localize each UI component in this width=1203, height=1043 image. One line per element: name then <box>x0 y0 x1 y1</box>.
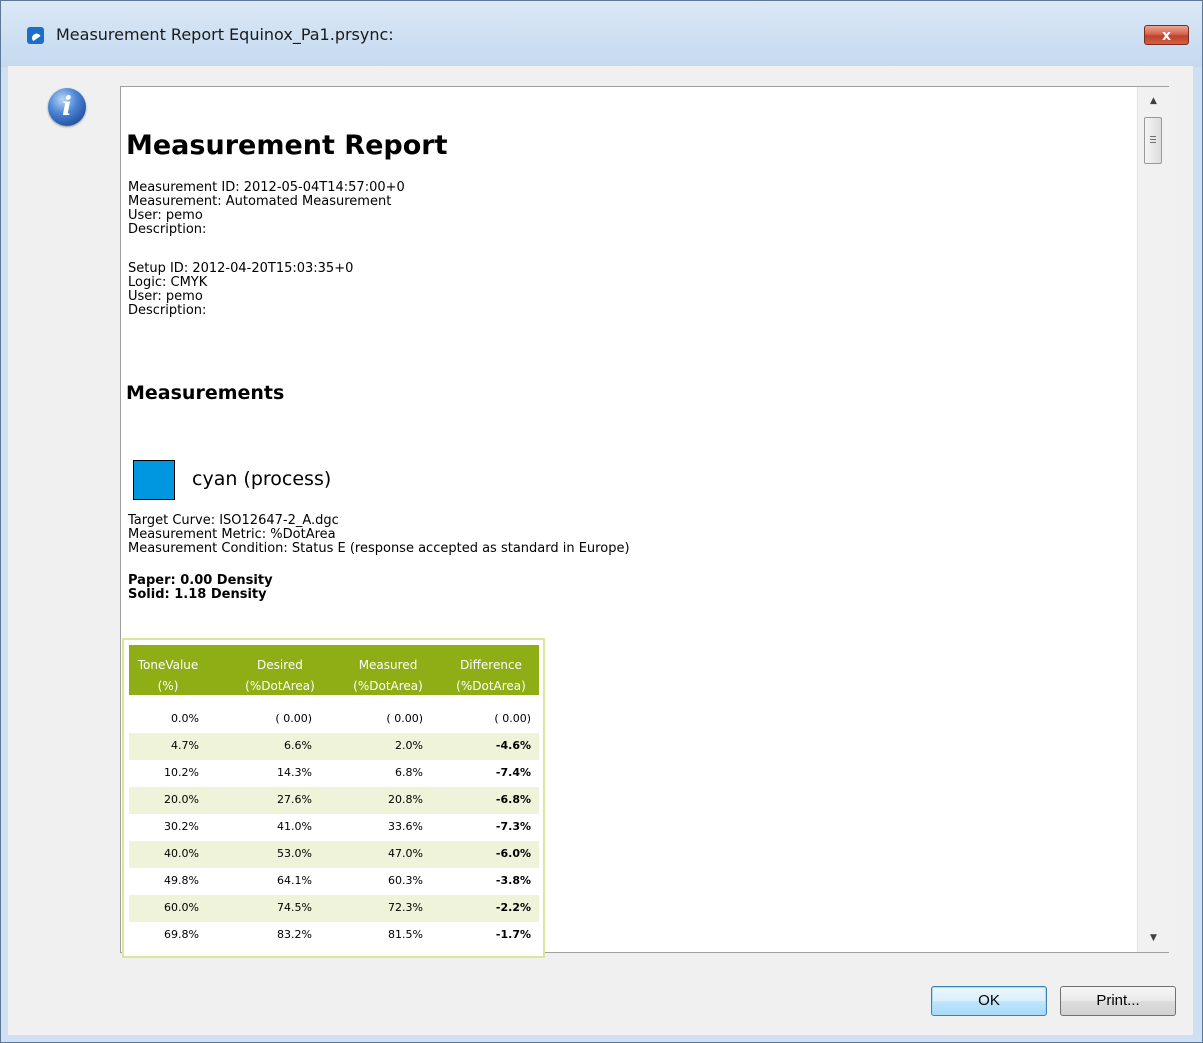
table-row: 49.8% 64.1% 60.3% -3.8% <box>129 868 539 895</box>
measurement-user: User: pemo <box>128 208 203 223</box>
table-row: 4.7% 6.6% 2.0% -4.6% <box>129 733 539 760</box>
paper-density: Paper: 0.00 Density <box>128 573 273 588</box>
table-row: 60.0% 74.5% 72.3% -2.2% <box>129 895 539 922</box>
measured-cell: 2.0% <box>395 739 423 752</box>
header-measured: Measured (%DotArea) <box>353 658 423 693</box>
tone-value-cell: 60.0% <box>164 901 199 914</box>
desired-cell: 64.1% <box>277 874 312 887</box>
measured-cell: 81.5% <box>388 928 423 941</box>
setup-description: Description: <box>128 303 207 318</box>
ok-button[interactable]: OK <box>931 986 1047 1016</box>
measurement-condition: Measurement Condition: Status E (respons… <box>128 541 630 556</box>
table-row: 30.2% 41.0% 33.6% -7.3% <box>129 814 539 841</box>
desired-cell: ( 0.00) <box>275 712 312 725</box>
info-icon: i <box>48 88 86 126</box>
difference-cell: -4.6% <box>495 739 531 752</box>
desired-cell: 27.6% <box>277 793 312 806</box>
title-bar: Measurement Report Equinox_Pa1.prsync: x <box>1 1 1202 67</box>
table-row: 20.0% 27.6% 20.8% -6.8% <box>129 787 539 814</box>
color-info: Target Curve: ISO12647-2_A.dgc Measureme… <box>128 514 630 556</box>
table-row: 69.8% 83.2% 81.5% -1.7% <box>129 922 539 949</box>
measured-cell: 60.3% <box>388 874 423 887</box>
table-header: ToneValue (%) Desired (%DotArea) Measure… <box>129 645 539 695</box>
setup-id: Setup ID: 2012-04-20T15:03:35+0 <box>128 261 354 276</box>
desired-cell: 53.0% <box>277 847 312 860</box>
measurement-metric: Measurement Metric: %DotArea <box>128 527 336 542</box>
measured-cell: 72.3% <box>388 901 423 914</box>
close-button[interactable]: x <box>1144 25 1189 45</box>
app-icon <box>27 27 44 44</box>
scroll-up-arrow-icon[interactable]: ▲ <box>1138 87 1169 115</box>
tone-value-cell: 4.7% <box>171 739 199 752</box>
tone-value-cell: 30.2% <box>164 820 199 833</box>
measurement-type: Measurement: Automated Measurement <box>128 194 392 209</box>
tone-value-cell: 49.8% <box>164 874 199 887</box>
difference-cell: -7.3% <box>495 820 531 833</box>
measurements-heading: Measurements <box>126 382 285 404</box>
desired-cell: 14.3% <box>277 766 312 779</box>
difference-cell: ( 0.00) <box>494 712 531 725</box>
report-title: Measurement Report <box>126 130 448 161</box>
measurement-table: ToneValue (%) Desired (%DotArea) Measure… <box>122 638 545 958</box>
header-desired: Desired (%DotArea) <box>245 658 315 693</box>
desired-cell: 74.5% <box>277 901 312 914</box>
measured-cell: 6.8% <box>395 766 423 779</box>
print-button[interactable]: Print... <box>1060 986 1176 1016</box>
difference-cell: -6.8% <box>495 793 531 806</box>
difference-cell: -6.0% <box>495 847 531 860</box>
table-row: 10.2% 14.3% 6.8% -7.4% <box>129 760 539 787</box>
header-tone-value: ToneValue (%) <box>137 658 199 693</box>
desired-cell: 83.2% <box>277 928 312 941</box>
difference-cell: -3.8% <box>495 874 531 887</box>
tone-value-cell: 0.0% <box>171 712 199 725</box>
window-title: Measurement Report Equinox_Pa1.prsync: <box>56 25 394 44</box>
difference-cell: -7.4% <box>495 766 531 779</box>
measured-cell: 20.8% <box>388 793 423 806</box>
density-info: Paper: 0.00 Density Solid: 1.18 Density <box>128 574 273 602</box>
table-row: 40.0% 53.0% 47.0% -6.0% <box>129 841 539 868</box>
setup-user: User: pemo <box>128 289 203 304</box>
setup-logic: Logic: CMYK <box>128 275 208 290</box>
setup-info: Setup ID: 2012-04-20T15:03:35+0 Logic: C… <box>128 262 353 318</box>
measurement-description: Description: <box>128 222 207 237</box>
difference-cell: -1.7% <box>495 928 531 941</box>
header-difference: Difference (%DotArea) <box>456 658 526 693</box>
desired-cell: 6.6% <box>284 739 312 752</box>
scroll-thumb[interactable] <box>1144 117 1162 164</box>
scroll-down-arrow-icon[interactable]: ▼ <box>1138 924 1169 952</box>
measured-cell: 33.6% <box>388 820 423 833</box>
tone-value-cell: 10.2% <box>164 766 199 779</box>
vertical-scrollbar[interactable]: ▲ ▼ <box>1137 87 1169 952</box>
tone-value-cell: 40.0% <box>164 847 199 860</box>
measurement-id: Measurement ID: 2012-05-04T14:57:00+0 <box>128 180 405 195</box>
solid-density: Solid: 1.18 Density <box>128 587 267 602</box>
tone-value-cell: 20.0% <box>164 793 199 806</box>
color-name: cyan (process) <box>192 468 332 490</box>
color-swatch <box>133 460 175 500</box>
tone-value-cell: 69.8% <box>164 928 199 941</box>
table-row: 0.0% ( 0.00) ( 0.00) ( 0.00) <box>129 706 539 733</box>
measured-cell: ( 0.00) <box>386 712 423 725</box>
target-curve: Target Curve: ISO12647-2_A.dgc <box>128 513 339 528</box>
measurement-info: Measurement ID: 2012-05-04T14:57:00+0 Me… <box>128 181 405 237</box>
desired-cell: 41.0% <box>277 820 312 833</box>
measured-cell: 47.0% <box>388 847 423 860</box>
difference-cell: -2.2% <box>495 901 531 914</box>
